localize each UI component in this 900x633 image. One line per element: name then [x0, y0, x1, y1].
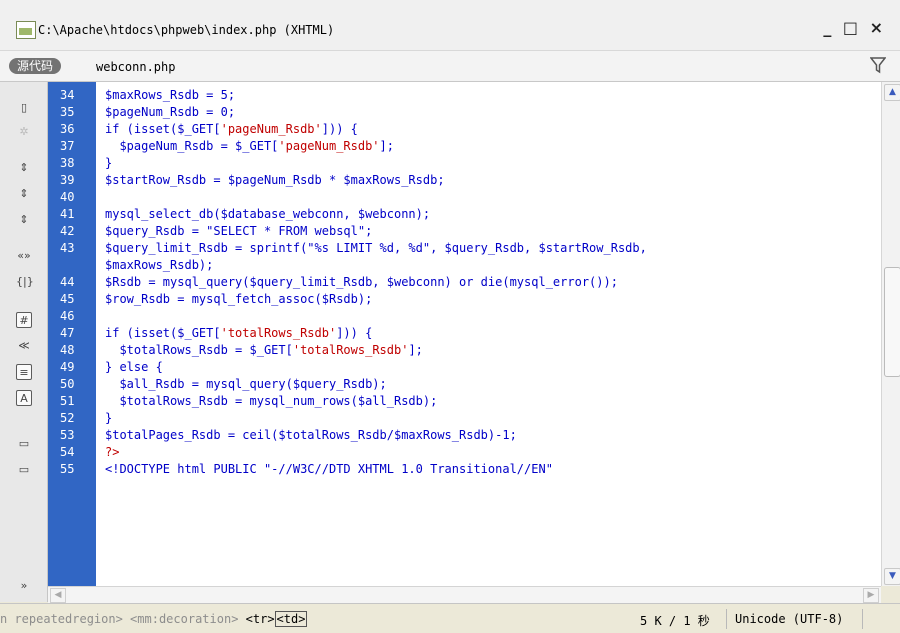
- code-line[interactable]: $pageNum_Rsdb = $_GET['pageNum_Rsdb'];: [105, 138, 394, 154]
- line-number: 51: [60, 394, 75, 408]
- code-line[interactable]: $totalRows_Rsdb = $_GET['totalRows_Rsdb'…: [105, 342, 422, 358]
- document-toolbar: 源代码 webconn.php: [0, 51, 900, 82]
- code-line[interactable]: $row_Rsdb = mysql_fetch_assoc($Rsdb);: [105, 291, 372, 307]
- line-numbers-icon[interactable]: #: [16, 312, 32, 328]
- line-number: 48: [60, 343, 75, 357]
- encoding-indicator: Unicode (UTF-8): [735, 612, 844, 626]
- code-line[interactable]: $totalRows_Rsdb = mysql_num_rows($all_Rs…: [105, 393, 437, 409]
- word-wrap-icon[interactable]: ≡: [16, 364, 32, 380]
- line-number-gutter: 34 35 36 37 38 39 40 41 42 43 44 45 46 47 48 49 50 51 52 53…: [48, 82, 96, 586]
- scroll-down-icon[interactable]: ▼: [884, 568, 900, 585]
- line-number: 43: [60, 241, 75, 255]
- collapse-selection-icon[interactable]: ⇕: [16, 186, 32, 202]
- line-number: 55: [60, 462, 75, 476]
- code-line[interactable]: if (isset($_GET['pageNum_Rsdb'])) {: [105, 121, 358, 137]
- line-number: 52: [60, 411, 75, 425]
- scroll-thumb[interactable]: [884, 267, 900, 377]
- line-number: 49: [60, 360, 75, 374]
- remove-comment-icon[interactable]: ▭: [16, 462, 32, 478]
- window-controls[interactable]: _ □ ×: [823, 18, 886, 37]
- line-number: 37: [60, 139, 75, 153]
- code-line[interactable]: }: [105, 410, 112, 426]
- document-size-download-time: 5 K / 1 秒: [640, 614, 710, 628]
- title-bar: C:\Apache\htdocs\phpweb\index.php (XHTML…: [0, 0, 900, 51]
- status-divider: [726, 609, 727, 629]
- code-line[interactable]: $Rsdb = mysql_query($query_limit_Rsdb, $…: [105, 274, 618, 290]
- highlight-invalid-code-icon[interactable]: ≪: [16, 338, 32, 354]
- code-line[interactable]: } else {: [105, 359, 163, 375]
- line-number: 39: [60, 173, 75, 187]
- code-line[interactable]: $pageNum_Rsdb = 0;: [105, 104, 235, 120]
- code-line[interactable]: if (isset($_GET['totalRows_Rsdb'])) {: [105, 325, 372, 341]
- coding-toolbar: ▯ ✲ ⇕ ⇕ ⇕ «» {|} # ≪ ≡ A ▭ ▭ »: [0, 82, 48, 602]
- scroll-up-icon[interactable]: ▲: [884, 84, 900, 101]
- scroll-left-icon[interactable]: ◀: [50, 588, 66, 603]
- line-number: 53: [60, 428, 75, 442]
- code-line[interactable]: mysql_select_db($database_webconn, $webc…: [105, 206, 430, 222]
- apply-comment-icon[interactable]: ▭: [16, 436, 32, 452]
- collapse-full-tag-icon[interactable]: ⇕: [16, 160, 32, 176]
- more-tools-icon[interactable]: »: [16, 578, 32, 594]
- balance-braces-icon[interactable]: {|}: [16, 274, 34, 290]
- code-editor[interactable]: $maxRows_Rsdb = 5; $pageNum_Rsdb = 0; if (…: [96, 82, 881, 586]
- line-number: 44: [60, 275, 75, 289]
- line-number: 50: [60, 377, 75, 391]
- tag-crumb-td[interactable]: <td>: [274, 611, 308, 627]
- line-number: 36: [60, 122, 75, 136]
- code-line[interactable]: $maxRows_Rsdb);: [105, 257, 213, 273]
- scroll-right-icon[interactable]: ▶: [863, 588, 879, 603]
- code-line[interactable]: $query_Rsdb = "SELECT * FROM websql";: [105, 223, 372, 239]
- tag-selector[interactable]: n repeatedregion> <mm:decoration> <tr> <t…: [0, 611, 308, 627]
- code-line[interactable]: $query_limit_Rsdb = sprintf("%s LIMIT %d…: [105, 240, 647, 256]
- line-number: 35: [60, 105, 75, 119]
- line-number: 45: [60, 292, 75, 306]
- line-number: 38: [60, 156, 75, 170]
- code-line[interactable]: $startRow_Rsdb = $pageNum_Rsdb * $maxRow…: [105, 172, 445, 188]
- tag-crumbs-ancestors[interactable]: n repeatedregion> <mm:decoration>: [0, 612, 246, 626]
- line-number: 40: [60, 190, 75, 204]
- horizontal-scrollbar[interactable]: ◀ ▶: [48, 586, 881, 604]
- tag-crumb-tr[interactable]: <tr>: [246, 612, 275, 626]
- open-documents-icon[interactable]: ▯: [16, 100, 32, 116]
- code-line[interactable]: ?>: [105, 444, 119, 460]
- code-line[interactable]: }: [105, 155, 112, 171]
- filter-icon[interactable]: [870, 56, 886, 74]
- code-line[interactable]: $totalPages_Rsdb = ceil($totalRows_Rsdb/…: [105, 427, 517, 443]
- line-number: 41: [60, 207, 75, 221]
- syntax-coloring-icon[interactable]: A: [16, 390, 32, 406]
- window-title: C:\Apache\htdocs\phpweb\index.php (XHTML…: [38, 23, 335, 37]
- dreamweaver-file-icon: [16, 21, 36, 39]
- line-number: 46: [60, 309, 75, 323]
- expand-all-icon[interactable]: ⇕: [16, 212, 32, 228]
- show-code-navigator-icon[interactable]: ✲: [16, 124, 32, 140]
- line-number: 34: [60, 88, 75, 102]
- related-file-tab[interactable]: webconn.php: [96, 60, 175, 74]
- code-line[interactable]: $all_Rsdb = mysql_query($query_Rsdb);: [105, 376, 386, 392]
- line-number: 54: [60, 445, 75, 459]
- code-line[interactable]: <!DOCTYPE html PUBLIC "-//W3C//DTD XHTML…: [105, 461, 553, 477]
- code-line[interactable]: $maxRows_Rsdb = 5;: [105, 87, 235, 103]
- status-divider: [862, 609, 863, 629]
- vertical-scrollbar[interactable]: ▲ ▼: [881, 82, 900, 586]
- line-number: 47: [60, 326, 75, 340]
- select-parent-tag-icon[interactable]: «»: [16, 248, 32, 264]
- status-bar: n repeatedregion> <mm:decoration> <tr> <t…: [0, 603, 900, 633]
- line-number: 42: [60, 224, 75, 238]
- source-code-button[interactable]: 源代码: [9, 58, 62, 74]
